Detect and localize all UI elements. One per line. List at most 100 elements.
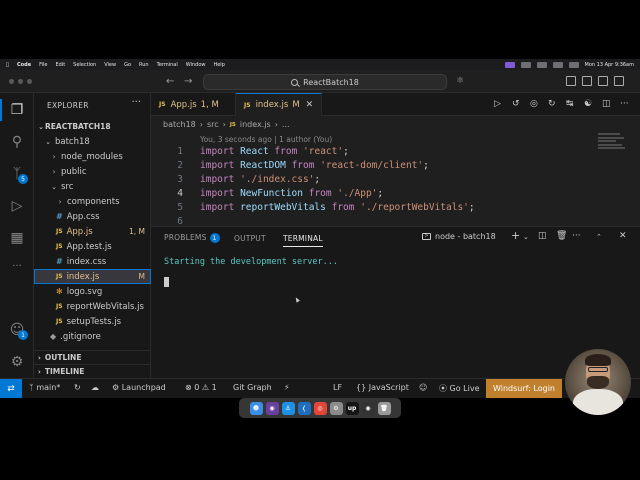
more-actions-icon[interactable]: ··· — [620, 99, 629, 109]
apple-icon[interactable]:  — [6, 62, 9, 68]
tab-app-js[interactable]: JS App.js 1, M — [151, 93, 236, 116]
menu-run[interactable]: Run — [139, 62, 149, 68]
tree-folder-node-modules[interactable]: › node_modules — [34, 149, 151, 164]
menu-terminal[interactable]: Terminal — [157, 62, 178, 68]
tree-folder-src[interactable]: ⌄ src — [34, 179, 151, 194]
toggle-secondary-sidebar-icon[interactable] — [598, 76, 608, 86]
run-debug-icon[interactable]: ▷ — [8, 197, 26, 215]
docker-icon[interactable]: ⚓ — [281, 401, 295, 415]
lightning-icon[interactable]: ⚡ — [284, 383, 290, 392]
more-actions-icon[interactable]: ··· — [572, 231, 581, 241]
panel-tab-problems[interactable]: PROBLEMS 1 — [164, 233, 220, 243]
menu-go[interactable]: Go — [124, 62, 131, 68]
breadcrumb-item[interactable]: index.js — [240, 120, 271, 129]
obs-icon[interactable]: ◉ — [361, 401, 375, 415]
cloud-icon[interactable]: ☁ — [91, 383, 99, 392]
go-live-status[interactable]: ⦿ Go Live — [439, 383, 480, 394]
code-line[interactable]: 2 import ReactDOM from 'react-dom/client… — [151, 158, 429, 172]
extensions-icon[interactable]: ▦ — [8, 229, 26, 247]
source-control-icon[interactable]: ᛉ5 — [8, 165, 28, 184]
maximize-panel-icon[interactable]: ⌃ — [596, 233, 602, 241]
eol-status[interactable]: LF — [333, 383, 342, 392]
settings-icon[interactable]: ⚙ — [329, 401, 343, 415]
wifi-icon[interactable] — [536, 61, 547, 68]
tree-file-app-test-js[interactable]: JS App.test.js — [34, 239, 151, 254]
menubar-clock[interactable]: Mon 13 Apr 9:36am — [585, 62, 635, 68]
code-line-current[interactable]: 4 import NewFunction from './App'; — [151, 186, 383, 200]
tree-file-gitignore[interactable]: ◆ .gitignore — [34, 329, 151, 344]
open-changes-icon[interactable]: ↺ — [512, 99, 520, 109]
command-center-search[interactable]: ReactBatch18 — [203, 74, 447, 90]
explorer-files-icon[interactable]: ❐ — [8, 101, 26, 119]
breadcrumb-item[interactable]: batch18 — [163, 120, 196, 129]
new-terminal-icon[interactable]: + — [511, 229, 520, 242]
search-menu-icon[interactable] — [552, 61, 563, 68]
timeline-section[interactable]: › TIMELINE — [34, 364, 151, 378]
tree-file-app-js[interactable]: JS App.js 1, M — [34, 224, 151, 239]
close-panel-icon[interactable]: ✕ — [619, 231, 627, 241]
forward-arrow-icon[interactable]: → — [184, 76, 192, 87]
code-line[interactable]: 1 import React from 'react'; — [151, 144, 349, 158]
git-compare-icon[interactable]: ☯ — [584, 99, 592, 109]
zoom-window-icon[interactable] — [27, 79, 32, 84]
search-view-icon[interactable]: ⚲ — [8, 133, 26, 151]
control-center-icon[interactable] — [568, 61, 579, 68]
tree-file-index-js[interactable]: JS index.js M — [34, 269, 151, 284]
tree-folder-batch18[interactable]: ⌄ batch18 — [34, 134, 151, 149]
minimize-window-icon[interactable] — [18, 79, 23, 84]
tree-file-setup-tests[interactable]: JS setupTests.js — [34, 314, 151, 329]
tree-file-app-css[interactable]: # App.css — [34, 209, 151, 224]
git-graph-status[interactable]: Git Graph — [233, 383, 272, 392]
sync-icon[interactable]: ↻ — [74, 383, 81, 392]
problems-status[interactable]: ⊗ 0 ⚠ 1 — [185, 383, 217, 392]
chevron-down-icon[interactable]: ⌄ — [523, 233, 529, 241]
menu-edit[interactable]: Edit — [55, 62, 65, 68]
battery-icon[interactable] — [520, 61, 531, 68]
run-file-icon[interactable]: ▷ — [494, 99, 501, 109]
menu-view[interactable]: View — [104, 62, 116, 68]
code-line[interactable]: 5 import reportWebVitals from './reportW… — [151, 200, 474, 214]
navigate-icon[interactable]: ↹ — [566, 99, 574, 109]
trash-icon[interactable]: 🗑 — [377, 401, 391, 415]
customize-layout-icon[interactable] — [614, 76, 624, 86]
toggle-sidebar-icon[interactable] — [566, 76, 576, 86]
tree-file-logo-svg[interactable]: ✻ logo.svg — [34, 284, 151, 299]
breadcrumb-item[interactable]: ... — [282, 120, 290, 129]
terminal-instance[interactable]: > node - batch18 — [422, 232, 496, 241]
split-terminal-icon[interactable]: ◫ — [538, 231, 547, 241]
menu-file[interactable]: File — [39, 62, 47, 68]
outline-section[interactable]: › OUTLINE — [34, 350, 151, 364]
close-window-icon[interactable] — [9, 79, 14, 84]
windsurf-login-button[interactable]: Windsurf: Login — [486, 379, 562, 398]
manage-gear-icon[interactable]: ⚙ — [8, 353, 26, 371]
menu-code[interactable]: Code — [17, 62, 31, 68]
kill-terminal-icon[interactable]: 🗑 — [556, 231, 567, 241]
tree-folder-components[interactable]: › components — [34, 194, 151, 209]
go-to-next-change-icon[interactable]: ↻ — [548, 99, 556, 109]
terminal-output[interactable]: Starting the development server... — [164, 257, 338, 267]
language-status[interactable]: {} JavaScript — [356, 383, 409, 392]
github-icon[interactable]: ◉ — [265, 401, 279, 415]
minimap[interactable] — [598, 133, 626, 163]
more-views-icon[interactable]: ··· — [8, 257, 26, 275]
accounts-icon[interactable]: ☺ 1 — [8, 321, 28, 340]
upwork-icon[interactable]: up — [345, 401, 359, 415]
copilot-icon[interactable]: ⚛ — [456, 76, 464, 86]
tree-file-report-web-vitals[interactable]: JS reportWebVitals.js — [34, 299, 151, 314]
chrome-icon[interactable]: ◎ — [313, 401, 327, 415]
git-blame-codelens[interactable]: You, 3 seconds ago | 1 author (You) — [200, 135, 332, 144]
status-menu-icon[interactable] — [504, 61, 515, 68]
toggle-panel-icon[interactable] — [582, 76, 592, 86]
code-line[interactable]: 3 import './index.css'; — [151, 172, 320, 186]
copilot-status-icon[interactable]: ☺ — [419, 383, 427, 392]
split-editor-icon[interactable]: ◫ — [602, 99, 611, 109]
panel-tab-output[interactable]: OUTPUT — [234, 234, 266, 243]
menu-window[interactable]: Window — [186, 62, 206, 68]
launchpad-status[interactable]: ⚙ Launchpad — [112, 383, 166, 392]
remote-indicator-icon[interactable]: ⇄ — [0, 379, 22, 398]
back-arrow-icon[interactable]: ← — [166, 76, 174, 87]
vscode-icon[interactable]: ❬ — [297, 401, 311, 415]
explorer-more-actions[interactable]: ··· — [131, 97, 141, 108]
branch-status[interactable]: ᛉ main* — [29, 383, 60, 392]
go-to-previous-change-icon[interactable]: ◎ — [530, 99, 538, 109]
